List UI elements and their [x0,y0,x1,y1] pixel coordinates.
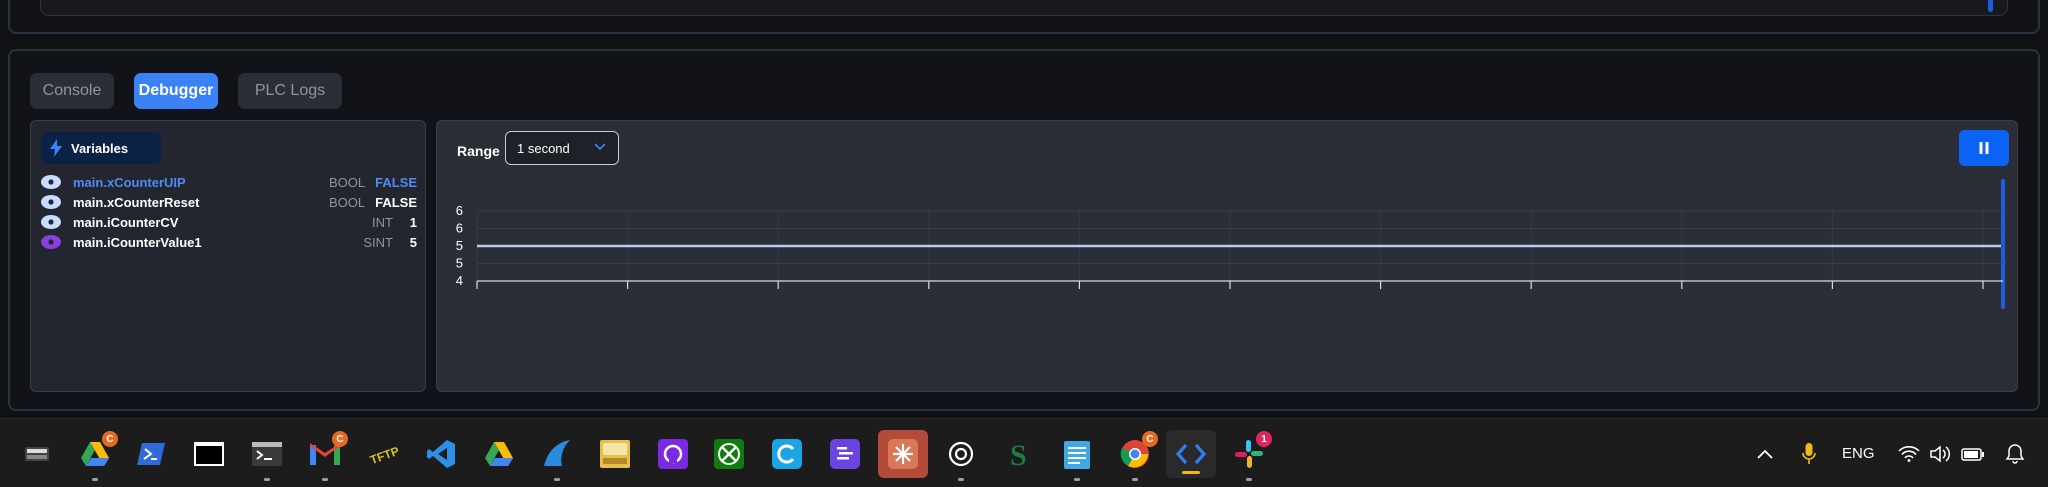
claude-icon[interactable] [878,430,928,478]
running-indicator [1246,478,1252,481]
eye-icon[interactable] [41,215,61,229]
language-indicator[interactable]: ENG [1842,445,1875,462]
running-indicator [958,478,964,481]
svg-text:TFTP: TFTP [368,444,399,467]
variable-type: SINT [363,234,393,250]
variables-header[interactable]: Variables [41,132,161,164]
y-tick-label: 5 [456,256,463,271]
pinball-icon[interactable] [20,437,54,471]
top-scrollbar[interactable] [1988,0,1993,12]
notification-center-icon[interactable] [1998,437,2032,471]
variable-type: BOOL [328,174,366,190]
volume-icon[interactable] [1924,437,1958,471]
variable-type: INT [372,214,393,230]
tab-bar: Console Debugger PLC Logs [30,73,342,109]
notification-badge: 1 [1256,431,1272,447]
top-inner-area [40,0,2008,16]
variable-value: 5 [409,234,417,250]
tftp-icon[interactable]: TFTP [366,437,400,471]
running-indicator [264,478,270,481]
wifi-icon[interactable] [1892,437,1926,471]
variable-value: 1 [409,214,417,230]
running-indicator [322,478,328,481]
notification-badge: C [1142,431,1158,447]
google-drive-icon[interactable] [482,437,516,471]
xbox-icon[interactable] [712,437,746,471]
running-indicator [92,478,98,481]
chart-panel: Range 1 second 66554 [436,120,2018,392]
active-indicator [1182,471,1200,474]
console-icon[interactable] [250,437,284,481]
variable-name: main.xCounterUIP [73,174,186,190]
cclean-icon[interactable] [770,437,804,471]
wireshark-icon[interactable] [540,437,574,481]
chatgpt-icon[interactable] [944,437,978,481]
vscode-icon[interactable] [424,437,458,471]
running-indicator [1132,478,1138,481]
running-indicator [1074,478,1080,481]
top-panel [8,0,2040,34]
chevron-up-icon[interactable] [1748,437,1782,471]
ai-app-icon[interactable] [656,437,690,471]
notification-badge: C [102,431,118,447]
variable-name: main.iCounterValue1 [73,234,202,250]
y-tick-label: 6 [456,221,463,236]
variable-name: main.xCounterReset [73,194,200,210]
running-indicator [554,478,560,481]
powershell-icon[interactable] [134,437,168,471]
notepad-icon[interactable] [1060,437,1094,481]
variables-header-label: Variables [71,140,129,156]
debugger-panel: Console Debugger PLC Logs Variables main… [8,49,2040,411]
variable-row[interactable]: main.xCounterUIP BOOL FALSE [41,172,417,192]
google-drive-icon[interactable]: C [78,431,118,481]
variable-row[interactable]: main.iCounterValue1 SINT 5 [41,232,417,252]
microphone-icon[interactable] [1792,437,1826,471]
variable-name: main.iCounterCV [73,214,179,230]
code-icon[interactable] [1166,430,1216,478]
notes-app-icon[interactable] [598,437,632,471]
clickup-icon[interactable] [828,437,862,471]
battery-icon[interactable] [1956,437,1990,471]
lightning-icon [50,139,62,157]
s-app-icon[interactable]: S [1002,437,1036,471]
variable-row[interactable]: main.iCounterCV INT 1 [41,212,417,232]
chrome-icon[interactable]: C [1118,431,1158,481]
tab-debugger[interactable]: Debugger [134,73,218,109]
notification-badge: C [332,431,348,447]
eye-icon[interactable] [41,175,61,189]
tab-console[interactable]: Console [30,73,114,109]
eye-icon[interactable] [41,195,61,209]
terminal-icon[interactable] [192,437,226,471]
variable-value: FALSE [375,174,417,190]
y-tick-label: 4 [456,273,463,288]
svg-text:S: S [1010,439,1027,469]
line-chart: 6 6 5 5 4 [456,203,2003,289]
variable-type: BOOL [328,194,366,210]
gmail-icon[interactable]: C [308,431,348,481]
variable-value: FALSE [375,194,417,210]
y-tick-label: 5 [456,238,463,253]
variable-row[interactable]: main.xCounterReset BOOL FALSE [41,192,417,212]
eye-icon[interactable] [41,235,61,249]
variables-panel: Variables main.xCounterUIP BOOL FALSE ma… [30,120,426,392]
y-tick-label: 6 [456,203,463,218]
slack-icon[interactable]: 1 [1232,431,1272,481]
tab-plc-logs[interactable]: PLC Logs [238,73,342,109]
